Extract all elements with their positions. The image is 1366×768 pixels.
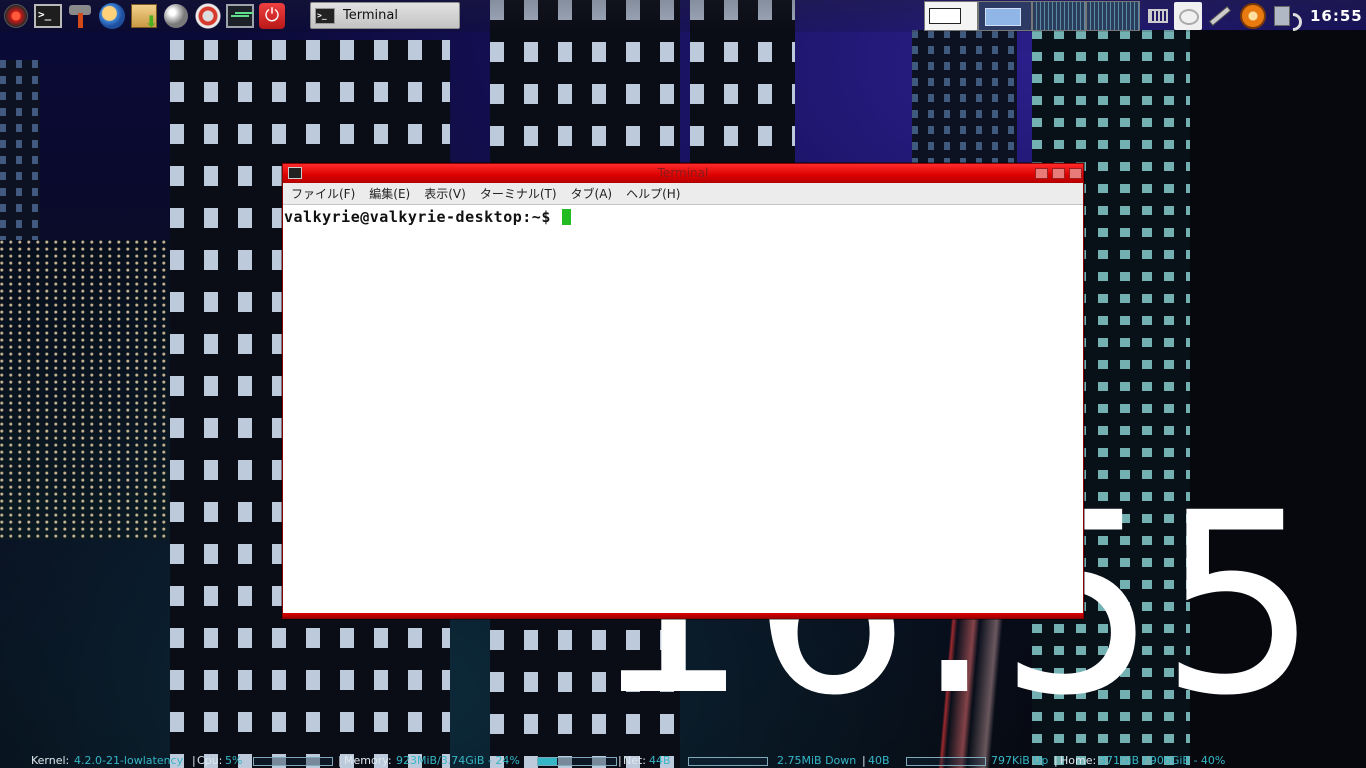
terminal-body[interactable]: valkyrie@valkyrie-desktop:~$	[283, 205, 1083, 615]
memory-value: 923MiB/3.74GiB - 24%	[396, 754, 520, 767]
archive-icon	[131, 4, 158, 31]
download-value: 2.75MiB Down	[777, 754, 857, 767]
keyboard-tray[interactable]	[1143, 1, 1173, 31]
tools-icon	[66, 3, 94, 29]
workspace-pager	[924, 1, 1140, 31]
workspace-4[interactable]	[1086, 1, 1140, 31]
cloud-tray[interactable]	[1173, 1, 1203, 31]
kernel-value: 4.2.0-21-lowlatency	[74, 754, 184, 767]
terminal-launcher[interactable]: >_	[33, 1, 63, 31]
disc-icon	[164, 4, 188, 28]
workspace-1[interactable]	[924, 1, 978, 31]
shell-prompt: valkyrie@valkyrie-desktop:~$	[284, 208, 561, 226]
divider: |	[618, 754, 622, 767]
kernel-label: Kernel:	[31, 754, 70, 767]
wallpaper-building	[912, 30, 1017, 170]
disc-launcher[interactable]	[161, 1, 191, 31]
cpu-label: Cpu:	[197, 754, 223, 767]
menu-file[interactable]: ファイル(F)	[291, 183, 355, 205]
terminal-icon: >_	[34, 4, 62, 28]
taskbar-item-terminal[interactable]: >_ Terminal	[310, 2, 460, 29]
divider: |	[1054, 754, 1058, 767]
download-graph	[688, 757, 768, 766]
network-tray[interactable]	[1270, 1, 1300, 31]
power-launcher[interactable]: ⏻	[257, 1, 287, 31]
memory-label: Memory:	[344, 754, 392, 767]
panel-clock[interactable]: 16:55	[1310, 4, 1366, 28]
net-label: Net:	[623, 754, 647, 767]
memory-bar	[537, 757, 617, 766]
wallpaper-city-lights	[0, 240, 170, 540]
prompt-line: valkyrie@valkyrie-desktop:~$	[284, 207, 1083, 227]
menu-launcher[interactable]	[1, 1, 31, 31]
maximize-button[interactable]	[1052, 168, 1065, 179]
cloud-icon	[1174, 2, 1202, 30]
browser-launcher[interactable]	[97, 1, 127, 31]
update-icon	[1240, 3, 1266, 29]
menu-tabs[interactable]: タブ(A)	[571, 183, 613, 205]
download-rate: 40B	[868, 754, 890, 767]
top-panel: >_ ⏻ >_ Terminal 16:5	[0, 0, 1366, 32]
minimize-button[interactable]	[1035, 168, 1048, 179]
memory-bar-fill	[538, 758, 557, 765]
archive-launcher[interactable]	[129, 1, 159, 31]
close-button[interactable]	[1069, 168, 1082, 179]
system-monitor-launcher[interactable]	[225, 1, 255, 31]
cpu-value: 5%	[225, 754, 243, 767]
plug-icon	[1210, 7, 1230, 25]
menubar: ファイル(F) 編集(E) 表示(V) ターミナル(T) タブ(A) ヘルプ(H…	[283, 183, 1083, 205]
wallpaper-building	[0, 60, 40, 240]
home-label: Home:	[1060, 754, 1097, 767]
terminal-icon: >_	[315, 7, 335, 24]
cpu-graph	[253, 757, 333, 766]
terminal-titlebar[interactable]: Terminal	[283, 164, 1083, 183]
taskbar-item-label: Terminal	[343, 8, 398, 23]
power-icon: ⏻	[259, 3, 285, 29]
divider: |	[338, 754, 342, 767]
system-status-bar: Kernel: 4.2.0-21-lowlatency | Cpu: 5% | …	[0, 753, 1366, 768]
divider: |	[862, 754, 866, 767]
tools-launcher[interactable]	[65, 1, 95, 31]
settings-launcher[interactable]	[193, 1, 223, 31]
menu-terminal[interactable]: ターミナル(T)	[480, 183, 557, 205]
menu-help[interactable]: ヘルプ(H)	[626, 183, 680, 205]
upload-value: 797KiB Up	[991, 754, 1049, 767]
upload-graph	[906, 757, 986, 766]
terminal-window[interactable]: Terminal ファイル(F) 編集(E) 表示(V) ターミナル(T) タブ…	[282, 163, 1084, 619]
keyboard-icon	[1148, 9, 1168, 23]
menu-icon	[4, 4, 28, 28]
workspace-3[interactable]	[1032, 1, 1086, 31]
browser-icon	[99, 3, 125, 29]
workspace-2[interactable]	[978, 1, 1032, 31]
system-monitor-icon	[226, 4, 254, 28]
update-tray[interactable]	[1238, 1, 1268, 31]
divider: |	[192, 754, 196, 767]
window-title: Terminal	[657, 166, 709, 180]
window-bottom-border	[283, 613, 1083, 618]
net-value: 44B	[649, 754, 671, 767]
home-value: 371GiB / 906GiB - 40%	[1099, 754, 1226, 767]
plug-tray[interactable]	[1205, 1, 1235, 31]
menu-edit[interactable]: 編集(E)	[369, 183, 410, 205]
text-cursor	[562, 209, 572, 225]
network-icon	[1272, 3, 1298, 29]
settings-icon	[195, 3, 221, 29]
menu-view[interactable]: 表示(V)	[424, 183, 466, 205]
